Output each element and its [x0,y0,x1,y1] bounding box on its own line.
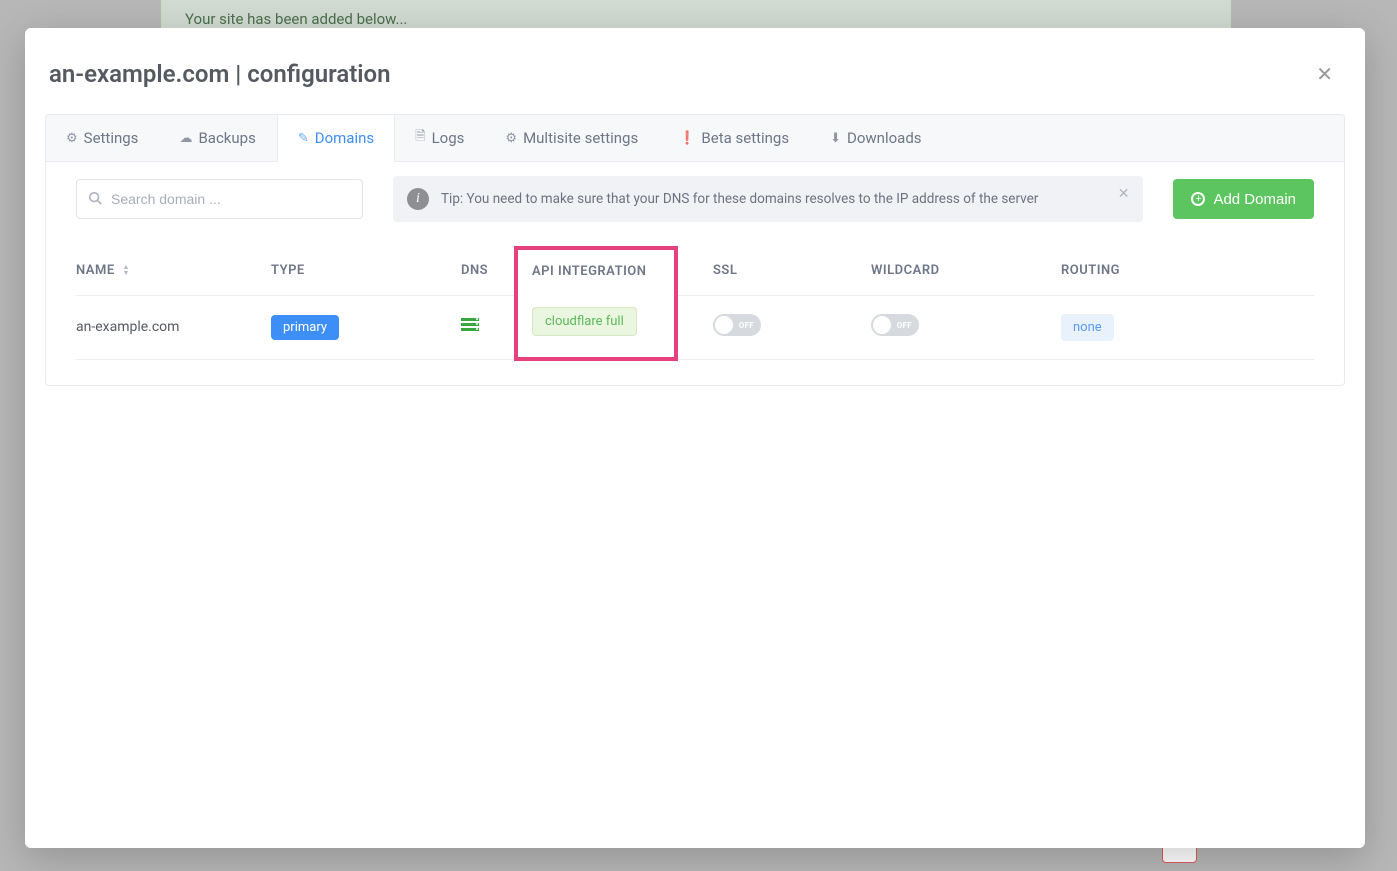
tab-settings[interactable]: ⚙ Settings [46,115,159,161]
tab-content: i Tip: You need to make sure that your D… [46,162,1344,385]
cell-routing: none [1061,295,1314,359]
tabs: ⚙ Settings ☁ Backups ✎ Domains 🗎 Logs ⚙ … [46,115,1344,162]
wildcard-toggle[interactable]: OFF [871,314,919,336]
tab-multisite[interactable]: ⚙ Multisite settings [485,115,659,161]
tip-box: i Tip: You need to make sure that your D… [393,176,1143,222]
cell-api: cloudflare full [516,295,676,359]
tab-backups[interactable]: ☁ Backups [159,115,276,161]
close-icon: ✕ [1118,186,1130,202]
col-ssl: SSL [676,248,871,295]
plus-icon: + [1191,192,1205,206]
toggle-off-label: OFF [897,321,912,330]
sort-icon: ▲▼ [122,264,129,276]
tab-label: Settings [84,129,139,147]
search-icon [88,191,102,209]
alert-icon: ❗ [679,131,695,146]
col-type: TYPE [271,248,461,295]
tabs-container: ⚙ Settings ☁ Backups ✎ Domains 🗎 Logs ⚙ … [45,114,1345,386]
tab-label: Beta settings [701,129,789,147]
add-domain-label: Add Domain [1213,191,1296,208]
tab-logs[interactable]: 🗎 Logs [395,115,485,161]
cloud-icon: ☁ [179,131,192,146]
tab-label: Backups [198,129,255,147]
tab-label: Domains [315,129,374,147]
col-name-label: NAME [76,263,115,278]
col-dns: DNS [461,248,516,295]
configuration-modal: an-example.com | configuration ✕ ⚙ Setti… [25,28,1365,848]
close-icon: ✕ [1316,62,1333,86]
tab-label: Multisite settings [523,129,638,147]
file-icon: 🗎 [415,127,425,149]
search-box [76,179,363,219]
modal-header: an-example.com | configuration ✕ [45,48,1345,114]
toggle-off-label: OFF [739,321,754,330]
col-name[interactable]: NAME ▲▼ [76,248,271,295]
gear-icon: ⚙ [505,131,517,146]
col-api: API INTEGRATION [516,248,676,295]
routing-badge[interactable]: none [1061,314,1114,341]
tip-close-button[interactable]: ✕ [1118,186,1130,202]
col-wildcard: WILDCARD [871,248,1061,295]
info-icon: i [407,188,429,210]
add-domain-button[interactable]: + Add Domain [1173,179,1314,219]
search-input[interactable] [76,179,363,219]
download-icon: ⬇ [830,131,841,146]
tab-domains[interactable]: ✎ Domains [277,115,395,162]
edit-icon: ✎ [298,131,309,146]
cell-name: an-example.com [76,295,271,359]
domains-table: NAME ▲▼ TYPE DNS API INTEGRATION SSL WIL… [76,246,1314,361]
content-toolbar: i Tip: You need to make sure that your D… [76,176,1314,222]
cell-ssl: OFF [676,295,871,359]
col-routing: ROUTING [1061,248,1314,295]
table-row: an-example.com primary cloudflare full [76,295,1314,359]
cell-type: primary [271,295,461,359]
tab-label: Logs [432,129,465,147]
tab-beta[interactable]: ❗ Beta settings [659,115,810,161]
cell-wildcard: OFF [871,295,1061,359]
tip-text: Tip: You need to make sure that your DNS… [441,191,1038,207]
tab-downloads[interactable]: ⬇ Downloads [810,115,942,161]
close-button[interactable]: ✕ [1308,58,1341,90]
gear-icon: ⚙ [66,131,78,146]
modal-title: an-example.com | configuration [49,60,391,88]
api-badge[interactable]: cloudflare full [532,307,637,336]
type-badge[interactable]: primary [271,315,339,340]
tab-label: Downloads [847,129,922,147]
ssl-toggle[interactable]: OFF [713,314,761,336]
server-icon[interactable] [461,318,479,333]
cell-dns [461,295,516,359]
